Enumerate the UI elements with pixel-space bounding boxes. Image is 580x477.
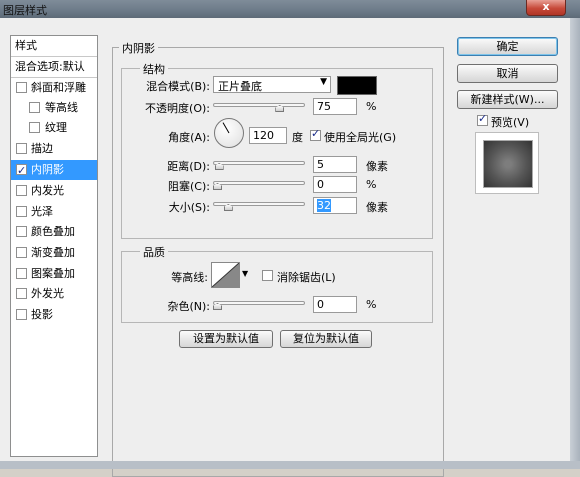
preview-checkbox[interactable] [477,112,488,126]
contour-dropdown-icon[interactable]: ▼ [242,269,248,278]
pattern-overlay-checkbox[interactable] [16,268,27,279]
ok-button[interactable]: 确定 [457,37,558,56]
shadow-color-swatch[interactable] [337,76,377,95]
blend-mode-select[interactable]: 正片叠底 ▼ [213,76,331,93]
choke-label: 阻塞(C): [168,180,210,193]
sidebar-item-drop-shadow[interactable]: 投影 [11,305,97,325]
style-list: 样式 混合选项:默认 斜面和浮雕 等高线 纹理 描边 内阴影 内发光 [10,35,98,457]
distance-input[interactable]: 5 [313,156,357,173]
styles-header[interactable]: 样式 [11,36,101,56]
angle-dial[interactable] [214,118,244,148]
size-unit: 像素 [366,201,388,214]
style-preview [475,132,539,194]
opacity-input[interactable]: 75 [313,98,357,115]
window-title: 图层样式 [3,4,47,17]
antialias-label: 消除锯齿(L) [277,271,336,284]
sidebar-item-inner-shadow[interactable]: 内阴影 [11,160,97,181]
sidebar-item-label: 纹理 [45,121,67,134]
sidebar-item-texture[interactable]: 纹理 [11,118,97,138]
sidebar-item-satin[interactable]: 光泽 [11,202,97,222]
global-light-label: 使用全局光(G) [324,131,397,144]
blend-mode-label: 混合模式(B): [146,80,210,93]
sidebar-item-label: 渐变叠加 [31,246,75,259]
angle-label: 角度(A): [168,131,210,144]
cancel-button[interactable]: 取消 [457,64,558,83]
opacity-slider-track[interactable] [213,103,305,107]
quality-title: 品质 [140,244,168,260]
close-button[interactable]: x [526,0,566,16]
sidebar-item-label: 描边 [31,142,53,155]
contour-checkbox[interactable] [29,102,40,113]
preview-swatch [483,140,533,188]
contour-picker[interactable] [211,262,240,288]
sidebar-item-pattern-overlay[interactable]: 图案叠加 [11,264,97,284]
sidebar-item-label: 外发光 [31,287,64,300]
title-bar: 图层样式 x [0,0,580,18]
sidebar-item-label: 图案叠加 [31,267,75,280]
distance-label: 距离(D): [167,160,210,173]
noise-slider-track[interactable] [213,301,305,305]
make-default-button[interactable]: 设置为默认值 [179,330,273,348]
window-right-edge [570,18,580,469]
preview-label: 预览(V) [491,116,530,129]
inner-shadow-panel: 内阴影 结构 混合模式(B): 正片叠底 ▼ 不透明度(O): 75 % 角度(… [112,40,444,477]
sidebar-item-label: 光泽 [31,205,53,218]
structure-title: 结构 [140,61,168,77]
distance-unit: 像素 [366,160,388,173]
contour-label: 等高线: [171,271,208,284]
sidebar-item-bevel-emboss[interactable]: 斜面和浮雕 [11,78,97,98]
blend-options-item[interactable]: 混合选项:默认 [11,57,101,77]
sidebar-item-label: 投影 [31,308,53,321]
close-icon: x [542,0,550,13]
angle-indicator-icon [222,122,230,134]
sidebar-item-stroke[interactable]: 描边 [11,139,97,159]
inner-shadow-checkbox[interactable] [16,161,27,181]
antialias-checkbox[interactable] [262,270,273,281]
size-input[interactable]: 32 [313,197,357,214]
choke-input[interactable]: 0 [313,176,357,193]
sidebar-item-gradient-overlay[interactable]: 渐变叠加 [11,243,97,263]
new-style-button[interactable]: 新建样式(W)... [457,90,558,109]
sidebar-item-label: 内阴影 [31,163,64,176]
sidebar-item-color-overlay[interactable]: 颜色叠加 [11,222,97,242]
sidebar-item-label: 颜色叠加 [31,225,75,238]
noise-unit: % [366,298,377,311]
sidebar-item-label: 斜面和浮雕 [31,81,86,94]
opacity-unit: % [366,100,377,113]
distance-slider-track[interactable] [213,161,305,165]
window-bottom-edge [0,461,580,469]
global-light-checkbox[interactable] [310,127,321,141]
contour-curve-icon [211,262,240,288]
choke-unit: % [366,178,377,191]
sidebar-item-inner-glow[interactable]: 内发光 [11,181,97,201]
stroke-checkbox[interactable] [16,143,27,154]
reset-default-button[interactable]: 复位为默认值 [280,330,372,348]
chevron-down-icon: ▼ [320,77,327,87]
size-label: 大小(S): [168,201,210,214]
opacity-label: 不透明度(O): [145,102,210,115]
sidebar-item-outer-glow[interactable]: 外发光 [11,284,97,304]
size-value: 32 [317,199,331,212]
sidebar-item-contour[interactable]: 等高线 [11,98,97,118]
angle-input[interactable]: 120 [249,127,287,144]
structure-group: 结构 混合模式(B): 正片叠底 ▼ 不透明度(O): 75 % 角度(A): … [121,61,433,239]
angle-unit: 度 [292,131,303,144]
color-overlay-checkbox[interactable] [16,226,27,237]
inner-glow-checkbox[interactable] [16,185,27,196]
sidebar-item-label: 等高线 [45,101,78,114]
bevel-emboss-checkbox[interactable] [16,82,27,93]
panel-title: 内阴影 [119,40,158,56]
texture-checkbox[interactable] [29,122,40,133]
gradient-overlay-checkbox[interactable] [16,247,27,258]
noise-input[interactable]: 0 [313,296,357,313]
satin-checkbox[interactable] [16,206,27,217]
outer-glow-checkbox[interactable] [16,288,27,299]
quality-group: 品质 等高线: ▼ 消除锯齿(L) 杂色(N): 0 % [121,244,433,323]
layer-style-dialog: 样式 混合选项:默认 斜面和浮雕 等高线 纹理 描边 内阴影 内发光 [0,18,580,477]
sidebar-item-label: 内发光 [31,184,64,197]
choke-slider-track[interactable] [213,181,305,185]
noise-label: 杂色(N): [167,300,210,313]
drop-shadow-checkbox[interactable] [16,309,27,320]
